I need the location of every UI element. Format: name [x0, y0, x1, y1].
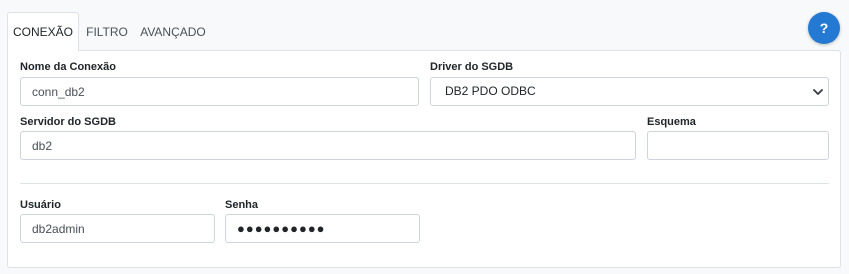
driver-select-value: DB2 PDO ODBC — [445, 84, 536, 98]
user-label: Usuário — [20, 199, 61, 211]
connection-name-input[interactable] — [20, 77, 419, 106]
driver-select[interactable]: DB2 PDO ODBC — [430, 77, 829, 106]
tab-bar: CONEXÃO FILTRO AVANÇADO — [0, 0, 849, 51]
tab-avancado[interactable]: AVANÇADO — [137, 12, 209, 50]
password-label: Senha — [225, 199, 259, 211]
schema-label: Esquema — [647, 116, 696, 128]
connection-name-label: Nome da Conexão — [20, 61, 116, 73]
help-button[interactable]: ? — [808, 12, 840, 44]
server-label: Servidor do SGDB — [20, 116, 116, 128]
server-input[interactable] — [20, 131, 636, 160]
tab-conexao[interactable]: CONEXÃO — [7, 12, 79, 51]
chevron-down-icon — [813, 89, 823, 95]
password-input[interactable]: ●●●●●●●●●● — [225, 214, 420, 243]
driver-label: Driver do SGDB — [430, 61, 514, 73]
tab-filtro[interactable]: FILTRO — [81, 12, 133, 50]
user-input[interactable] — [20, 214, 215, 243]
form-divider — [20, 183, 829, 184]
schema-input[interactable] — [647, 131, 829, 160]
